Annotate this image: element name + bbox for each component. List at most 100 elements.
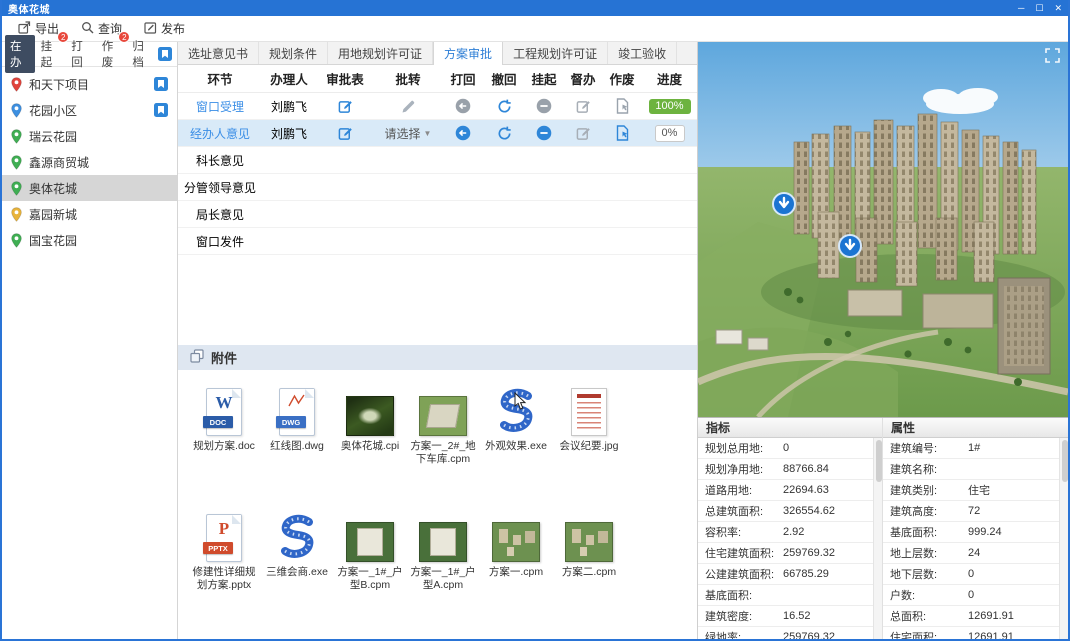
metric-label: 基底面积: bbox=[890, 524, 968, 540]
minimize-button[interactable]: ─ bbox=[1018, 0, 1024, 16]
sidebar-tab-作废[interactable]: 作废2 bbox=[97, 35, 127, 73]
file-name: 方案一_1#_户型A.cpm bbox=[407, 566, 479, 592]
tab-竣工验收[interactable]: 竣工验收 bbox=[608, 42, 677, 64]
tab-规划条件[interactable]: 规划条件 bbox=[259, 42, 328, 64]
project-name: 嘉园新城 bbox=[29, 206, 77, 223]
project-item[interactable]: 瑞云花园 bbox=[2, 123, 177, 149]
metric-label: 建筑名称: bbox=[890, 461, 968, 477]
column-header: 审批表 bbox=[316, 69, 374, 88]
file-item[interactable]: 方案一_2#_地下车库.cpm bbox=[407, 382, 479, 508]
file-name: 方案一.cpm bbox=[480, 566, 552, 579]
stage-name[interactable]: 经办人意见 bbox=[190, 125, 250, 142]
flag-icon[interactable] bbox=[154, 103, 168, 117]
sidebar-tab-打回[interactable]: 打回 bbox=[66, 35, 96, 73]
close-button[interactable]: ✕ bbox=[1054, 0, 1062, 16]
file-name: 红线图.dwg bbox=[261, 440, 333, 453]
void-icon[interactable] bbox=[615, 125, 630, 141]
spacer bbox=[178, 255, 697, 345]
sidebar-tab-归档[interactable]: 归档 bbox=[127, 35, 157, 73]
metric-value: 72 bbox=[968, 505, 980, 517]
download-marker[interactable] bbox=[839, 235, 861, 257]
file-item[interactable]: 会议纪要.jpg bbox=[553, 382, 625, 508]
file-item[interactable]: 三维会商.exe bbox=[261, 508, 333, 634]
column-header: 进度 bbox=[642, 69, 697, 88]
project-item[interactable]: 鑫源商贸城 bbox=[2, 149, 177, 175]
tab-label: 归档 bbox=[132, 41, 144, 69]
file-icon bbox=[334, 382, 406, 436]
metric-row: 住宅面积:12691.91 bbox=[883, 627, 1059, 639]
tab-工程规划许可证[interactable]: 工程规划许可证 bbox=[503, 42, 608, 64]
project-item[interactable]: 奥体花城 bbox=[2, 175, 177, 201]
viewer-panel: 指标 规划总用地:0规划净用地:88766.84道路用地:22694.63总建筑… bbox=[698, 42, 1068, 639]
supervise-icon[interactable] bbox=[576, 99, 591, 114]
flag-icon[interactable] bbox=[154, 77, 168, 91]
file-item[interactable]: 方案一.cpm bbox=[480, 508, 552, 634]
viewer-3d[interactable] bbox=[698, 42, 1068, 417]
metric-value: 999.24 bbox=[968, 526, 1002, 538]
suspend-icon[interactable] bbox=[536, 98, 552, 114]
properties-panel: 属性 建筑编号:1#建筑名称:建筑类别:住宅建筑高度:72基底面积:999.24… bbox=[883, 418, 1068, 639]
workflow-header: 环节办理人审批表批转打回撤回挂起督办作废进度 bbox=[178, 65, 697, 93]
progress-badge: 100% bbox=[649, 99, 691, 114]
project-item[interactable]: 国宝花园 bbox=[2, 227, 177, 253]
file-item[interactable]: 方案一_1#_户型B.cpm bbox=[334, 508, 406, 634]
metric-row: 基底面积:999.24 bbox=[883, 522, 1059, 543]
project-item[interactable]: 嘉园新城 bbox=[2, 201, 177, 227]
stage-name[interactable]: 窗口受理 bbox=[196, 98, 244, 115]
indicators-scrollbar[interactable] bbox=[873, 438, 882, 639]
metric-row: 道路用地:22694.63 bbox=[698, 480, 873, 501]
project-name: 和天下项目 bbox=[29, 76, 89, 93]
column-header: 批转 bbox=[374, 69, 442, 88]
download-marker[interactable] bbox=[773, 193, 795, 215]
main-panel: 选址意见书规划条件用地规划许可证方案审批工程规划许可证竣工验收 环节办理人审批表… bbox=[178, 42, 698, 639]
maximize-button[interactable]: ☐ bbox=[1035, 0, 1043, 16]
recall-icon[interactable] bbox=[497, 99, 512, 114]
sidebar-tab-挂起[interactable]: 挂起2 bbox=[36, 35, 66, 73]
workflow-row: 窗口受理刘鹏飞100% bbox=[178, 93, 697, 120]
metric-value: 1# bbox=[968, 442, 980, 454]
metric-row: 规划总用地:0 bbox=[698, 438, 873, 459]
project-item[interactable]: 和天下项目 bbox=[2, 71, 177, 97]
metric-value: 24 bbox=[968, 547, 980, 559]
supervise-icon[interactable] bbox=[576, 126, 591, 141]
suspend-icon[interactable] bbox=[536, 125, 552, 141]
metric-row: 总面积:12691.91 bbox=[883, 606, 1059, 627]
reject-icon[interactable] bbox=[455, 125, 471, 141]
metric-value: 0 bbox=[783, 442, 789, 454]
fullscreen-icon[interactable] bbox=[1045, 48, 1060, 68]
file-item[interactable]: WDOC规划方案.doc bbox=[188, 382, 260, 508]
file-icon bbox=[407, 508, 479, 562]
stage-name: 科长意见 bbox=[196, 152, 244, 169]
approval-form-icon[interactable] bbox=[338, 99, 353, 114]
file-icon bbox=[407, 382, 479, 436]
tab-选址意见书[interactable]: 选址意见书 bbox=[178, 42, 259, 64]
sidebar-tabs: 在办挂起2打回作废2归档 bbox=[2, 42, 177, 67]
reject-icon[interactable] bbox=[455, 98, 471, 114]
recall-icon[interactable] bbox=[497, 126, 512, 141]
transfer-pen-icon[interactable] bbox=[401, 99, 416, 114]
properties-scrollbar[interactable] bbox=[1059, 438, 1068, 639]
content: 在办挂起2打回作废2归档 和天下项目花园小区瑞云花园鑫源商贸城奥体花城嘉园新城国… bbox=[2, 42, 1068, 639]
file-item[interactable]: 方案一_1#_户型A.cpm bbox=[407, 508, 479, 634]
indicators-title: 指标 bbox=[698, 418, 882, 438]
tab-用地规划许可证[interactable]: 用地规划许可证 bbox=[328, 42, 433, 64]
sidebar-flag-icon[interactable] bbox=[158, 47, 172, 61]
transfer-select[interactable]: 请选择 ▼ bbox=[385, 125, 432, 142]
metric-row: 基底面积: bbox=[698, 585, 873, 606]
file-item[interactable]: DWG红线图.dwg bbox=[261, 382, 333, 508]
metric-label: 建筑密度: bbox=[705, 608, 783, 624]
tab-方案审批[interactable]: 方案审批 bbox=[433, 42, 503, 65]
file-item[interactable]: 方案二.cpm bbox=[553, 508, 625, 634]
file-name: 规划方案.doc bbox=[188, 440, 260, 453]
file-name: 修建性详细规划方案.pptx bbox=[188, 566, 260, 592]
approval-form-icon[interactable] bbox=[338, 126, 353, 141]
project-item[interactable]: 花园小区 bbox=[2, 97, 177, 123]
file-item[interactable]: PPPTX修建性详细规划方案.pptx bbox=[188, 508, 260, 634]
column-header: 撤回 bbox=[484, 69, 524, 88]
sidebar-tab-在办[interactable]: 在办 bbox=[5, 35, 35, 73]
stage-name: 局长意见 bbox=[196, 206, 244, 223]
file-item[interactable]: 外观效果.exe bbox=[480, 382, 552, 508]
project-name: 花园小区 bbox=[29, 102, 77, 119]
file-item[interactable]: 奥体花城.cpi bbox=[334, 382, 406, 508]
void-icon[interactable] bbox=[615, 98, 630, 114]
